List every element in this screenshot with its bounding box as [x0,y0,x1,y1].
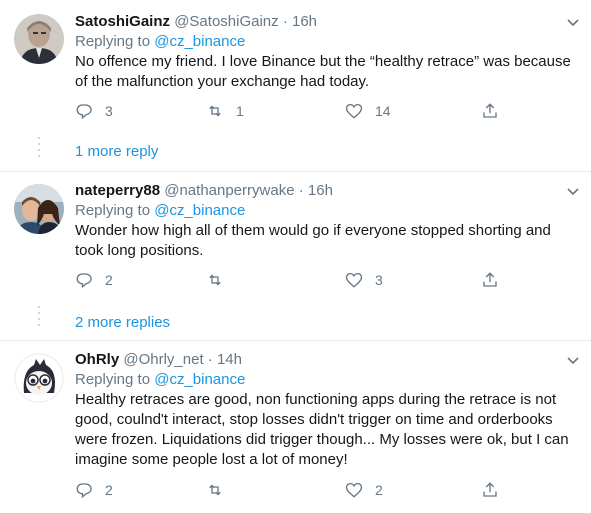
tweet-header: OhRly @Ohrly_net · 14h [75,350,581,370]
tweet-text: Wonder how high all of them would go if … [75,222,551,259]
like-button[interactable]: 3 [345,269,383,291]
reply-button[interactable]: 3 [75,100,113,122]
timestamp[interactable]: · 14h [208,351,242,368]
tweet-header: SatoshiGainz @SatoshiGainz · 16h [75,12,581,32]
replying-to: Replying to @cz_binance [75,32,581,52]
reply-icon [76,483,92,499]
tweet-2: nateperry88 @nathanperrywake · 16h Reply… [0,172,591,341]
like-button[interactable]: 14 [345,100,391,122]
tweet-actions: 2 3 [75,269,505,291]
mention-link[interactable]: @cz_binance [154,202,245,219]
timestamp[interactable]: · 16h [283,13,317,30]
reply-count: 2 [105,482,113,498]
reply-button[interactable]: 2 [75,269,113,291]
avatar[interactable] [14,353,64,403]
reply-icon [76,104,92,120]
display-name[interactable]: OhRly [75,351,119,368]
user-handle[interactable]: @Ohrly_net [123,351,203,368]
avatar[interactable] [14,184,64,234]
tweet-text: Healthy retraces are good, non functioni… [75,391,569,468]
user-handle[interactable]: @nathanperrywake [164,182,294,199]
reply-button[interactable]: 2 [75,479,113,501]
like-count: 2 [375,482,383,498]
tweet-1: SatoshiGainz @SatoshiGainz · 16h Replyin… [0,0,591,172]
display-name[interactable]: SatoshiGainz [75,13,170,30]
chevron-down-icon[interactable] [563,181,583,201]
retweet-icon [209,105,221,117]
like-count: 14 [375,103,391,119]
tweet-3: OhRly @Ohrly_net · 14h Replying to @cz_b… [0,341,591,513]
share-button[interactable] [481,269,499,291]
like-icon [345,272,363,288]
tweet-actions: 2 2 [75,479,505,501]
chevron-down-icon[interactable] [563,350,583,370]
share-icon [483,272,497,287]
thread-connector [38,137,40,161]
tweet-text: No offence my friend. I love Binance but… [75,53,571,90]
like-icon [345,103,363,119]
thread-connector [38,306,40,330]
retweet-button[interactable] [206,269,236,291]
replying-to-label: Replying to [75,202,151,219]
more-replies-link[interactable]: 1 more reply [75,143,158,160]
retweet-icon [209,484,221,496]
retweet-icon [209,274,221,286]
share-button[interactable] [481,100,499,122]
display-name[interactable]: nateperry88 [75,182,160,199]
replying-to-label: Replying to [75,33,151,50]
reply-count: 2 [105,272,113,288]
share-button[interactable] [481,479,499,501]
tweet-header: nateperry88 @nathanperrywake · 16h [75,181,581,201]
avatar[interactable] [14,14,64,64]
retweet-count: 1 [236,103,244,119]
like-icon [345,482,363,498]
replying-to: Replying to @cz_binance [75,201,581,221]
share-icon [483,482,497,497]
more-replies-link[interactable]: 2 more replies [75,314,170,331]
retweet-button[interactable]: 1 [206,100,244,122]
like-count: 3 [375,272,383,288]
reply-icon [76,273,92,289]
mention-link[interactable]: @cz_binance [154,33,245,50]
retweet-button[interactable] [206,479,236,501]
share-icon [483,103,497,118]
tweet-actions: 3 1 14 [75,100,505,122]
reply-count: 3 [105,103,113,119]
like-button[interactable]: 2 [345,479,383,501]
replying-to: Replying to @cz_binance [75,370,581,390]
user-handle[interactable]: @SatoshiGainz [174,13,278,30]
timestamp[interactable]: · 16h [299,182,333,199]
mention-link[interactable]: @cz_binance [154,371,245,388]
chevron-down-icon[interactable] [563,12,583,32]
replying-to-label: Replying to [75,371,151,388]
